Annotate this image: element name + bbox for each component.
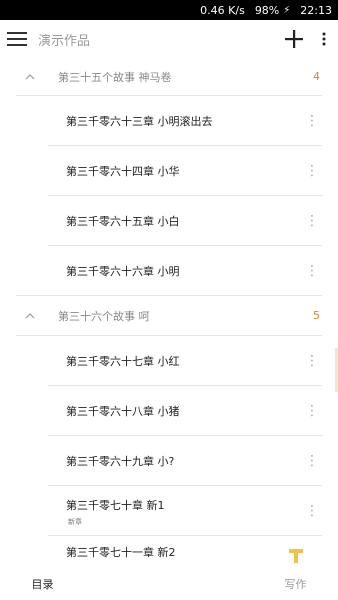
chapter-title: 第三千零六十四章 小华: [66, 164, 180, 178]
list-item[interactable]: 第三千零七十一章 新2: [48, 536, 322, 568]
chapter-list: 第三十五个故事 神马卷 4 第三千零六十三章 小明滚出去 ⋮ 第三千零六十四章 …: [0, 58, 338, 568]
chapter-title: 第三千零六十八章 小猪: [66, 404, 180, 418]
charging-icon: ⚡: [283, 4, 291, 16]
chevron-up-icon[interactable]: [16, 312, 44, 319]
text-icon[interactable]: [286, 546, 306, 566]
status-bar: 0.46 K/s 98% ⚡ 22:13: [0, 0, 338, 20]
more-vert-icon[interactable]: ⋮: [302, 503, 322, 519]
chapter-title: 第三千零六十七章 小红: [66, 354, 180, 368]
chapter-title: 第三千零六十九章 小?: [66, 454, 175, 468]
more-vert-icon[interactable]: ⋮: [302, 263, 322, 279]
more-vert-icon[interactable]: ⋮: [302, 163, 322, 179]
group-count: 5: [313, 309, 320, 322]
more-vert-icon[interactable]: ⋮: [302, 113, 322, 129]
list-item[interactable]: 第三千零六十七章 小红 ⋮: [48, 336, 322, 386]
group-title: 第三十五个故事 神马卷: [58, 70, 172, 84]
more-vert-icon[interactable]: ⋮: [302, 453, 322, 469]
list-item[interactable]: 第三千零六十九章 小? ⋮: [48, 436, 322, 486]
bottom-navigation: 目录 写作: [0, 568, 338, 600]
more-vert-icon[interactable]: [310, 20, 338, 58]
list-item[interactable]: 第三千零七十章 新1 新章 ⋮: [48, 486, 322, 536]
chapter-title: 第三千零六十五章 小白: [66, 214, 180, 228]
app-toolbar: 演示作品: [0, 20, 338, 58]
network-speed: 0.46 K/s: [200, 3, 245, 17]
list-item[interactable]: 第三千零六十三章 小明滚出去 ⋮: [48, 96, 322, 146]
battery-level: 98%: [254, 3, 280, 17]
more-vert-icon[interactable]: ⋮: [302, 353, 322, 369]
group-title: 第三十六个故事 呵: [58, 309, 150, 323]
plus-icon[interactable]: [278, 20, 310, 58]
page-title: 演示作品: [38, 33, 91, 49]
more-vert-icon[interactable]: ⋮: [302, 213, 322, 229]
list-item[interactable]: 第三千零六十四章 小华 ⋮: [48, 146, 322, 196]
list-item[interactable]: 第三千零六十五章 小白 ⋮: [48, 196, 322, 246]
list-item[interactable]: 第三千零六十八章 小猪 ⋮: [48, 386, 322, 436]
new-chapter-tag: 新章: [68, 518, 82, 526]
tab-catalog[interactable]: 目录: [0, 576, 169, 592]
tab-write[interactable]: 写作: [169, 576, 338, 592]
group-count: 4: [313, 70, 320, 83]
more-vert-icon[interactable]: ⋮: [302, 403, 322, 419]
group-header[interactable]: 第三十六个故事 呵 5: [16, 296, 322, 336]
clock: 22:13: [300, 3, 332, 17]
chapter-title: 第三千零七十一章 新2: [66, 546, 176, 559]
chapter-title: 第三千零六十三章 小明滚出去: [66, 114, 213, 128]
chapter-title: 第三千零六十六章 小明: [66, 264, 180, 278]
menu-icon[interactable]: [0, 20, 34, 58]
list-item[interactable]: 第三千零六十六章 小明 ⋮: [16, 246, 322, 296]
group-header[interactable]: 第三十五个故事 神马卷 4: [16, 58, 322, 96]
chapter-title: 第三千零七十章 新1: [66, 498, 165, 512]
chevron-up-icon[interactable]: [16, 73, 44, 80]
